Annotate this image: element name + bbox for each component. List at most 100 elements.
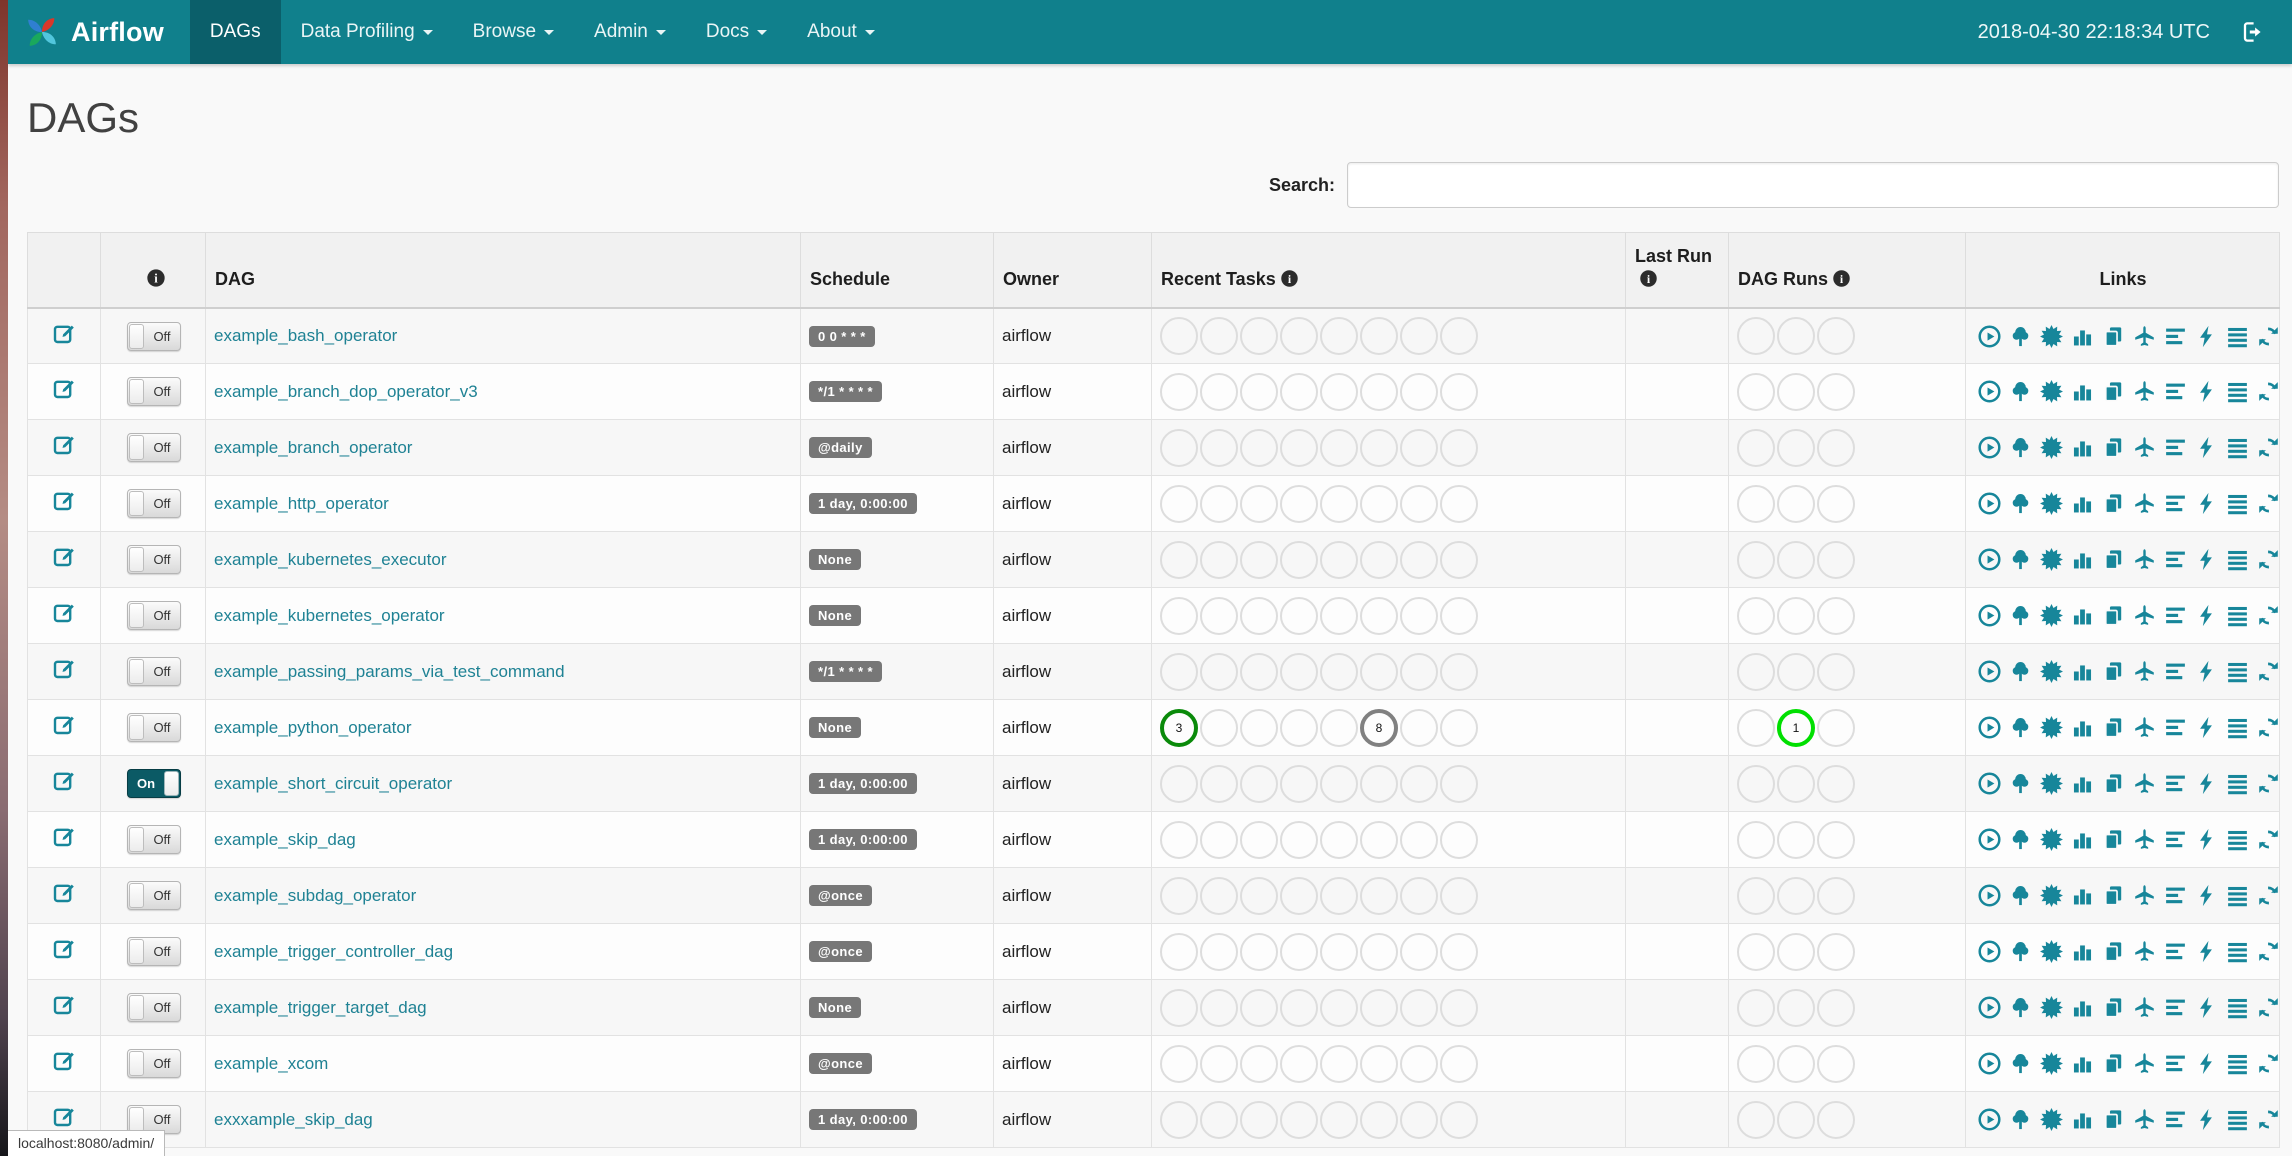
trigger-dag-link[interactable]	[1977, 603, 2002, 628]
task-tries-link[interactable]	[2101, 771, 2126, 796]
dag-link[interactable]: example_branch_operator	[214, 438, 412, 457]
dag-pause-toggle[interactable]: Off	[127, 881, 181, 911]
edit-dag-link[interactable]	[52, 881, 76, 905]
gantt-view-link[interactable]	[2163, 995, 2188, 1020]
code-view-link[interactable]	[2194, 603, 2219, 628]
landing-times-link[interactable]	[2132, 883, 2157, 908]
gantt-view-link[interactable]	[2163, 1107, 2188, 1132]
dag-pause-toggle[interactable]: Off	[127, 377, 181, 407]
logs-link[interactable]	[2225, 715, 2250, 740]
airflow-brand[interactable]: Airflow	[8, 0, 190, 64]
refresh-link[interactable]	[2256, 659, 2280, 684]
graph-view-link[interactable]	[2039, 547, 2064, 572]
task-tries-link[interactable]	[2101, 939, 2126, 964]
graph-view-link[interactable]	[2039, 995, 2064, 1020]
dag-pause-toggle[interactable]: Off	[127, 713, 181, 743]
tree-view-link[interactable]	[2008, 435, 2033, 460]
dag-pause-toggle[interactable]: Off	[127, 1049, 181, 1079]
dag-link[interactable]: example_bash_operator	[214, 326, 397, 345]
task-duration-link[interactable]	[2070, 435, 2095, 460]
refresh-link[interactable]	[2256, 1051, 2280, 1076]
task-tries-link[interactable]	[2101, 435, 2126, 460]
nav-item-docs[interactable]: Docs	[686, 0, 787, 64]
logs-link[interactable]	[2225, 995, 2250, 1020]
task-duration-link[interactable]	[2070, 939, 2095, 964]
code-view-link[interactable]	[2194, 379, 2219, 404]
trigger-dag-link[interactable]	[1977, 883, 2002, 908]
code-view-link[interactable]	[2194, 827, 2219, 852]
dag-pause-toggle[interactable]: Off	[127, 321, 181, 351]
code-view-link[interactable]	[2194, 1107, 2219, 1132]
tree-view-link[interactable]	[2008, 939, 2033, 964]
dag-pause-toggle[interactable]: Off	[127, 937, 181, 967]
landing-times-link[interactable]	[2132, 715, 2157, 740]
dag-link[interactable]: example_kubernetes_operator	[214, 606, 445, 625]
nav-item-browse[interactable]: Browse	[453, 0, 574, 64]
dag-pause-toggle[interactable]: Off	[127, 825, 181, 855]
graph-view-link[interactable]	[2039, 1051, 2064, 1076]
logs-link[interactable]	[2225, 1051, 2250, 1076]
search-input[interactable]	[1347, 162, 2279, 208]
task-tries-link[interactable]	[2101, 715, 2126, 740]
task-tries-link[interactable]	[2101, 603, 2126, 628]
tree-view-link[interactable]	[2008, 379, 2033, 404]
refresh-link[interactable]	[2256, 435, 2280, 460]
graph-view-link[interactable]	[2039, 659, 2064, 684]
logs-link[interactable]	[2225, 939, 2250, 964]
task-tries-link[interactable]	[2101, 883, 2126, 908]
nav-item-about[interactable]: About	[787, 0, 895, 64]
graph-view-link[interactable]	[2039, 603, 2064, 628]
trigger-dag-link[interactable]	[1977, 435, 2002, 460]
task-duration-link[interactable]	[2070, 659, 2095, 684]
logs-link[interactable]	[2225, 379, 2250, 404]
task-tries-link[interactable]	[2101, 547, 2126, 572]
trigger-dag-link[interactable]	[1977, 771, 2002, 796]
gantt-view-link[interactable]	[2163, 603, 2188, 628]
task-duration-link[interactable]	[2070, 883, 2095, 908]
code-view-link[interactable]	[2194, 435, 2219, 460]
trigger-dag-link[interactable]	[1977, 1107, 2002, 1132]
code-view-link[interactable]	[2194, 324, 2219, 349]
trigger-dag-link[interactable]	[1977, 995, 2002, 1020]
dag-pause-toggle[interactable]: Off	[127, 657, 181, 687]
edit-dag-link[interactable]	[52, 1105, 76, 1129]
landing-times-link[interactable]	[2132, 324, 2157, 349]
refresh-link[interactable]	[2256, 379, 2280, 404]
edit-dag-link[interactable]	[52, 937, 76, 961]
dag-link[interactable]: example_branch_dop_operator_v3	[214, 382, 478, 401]
graph-view-link[interactable]	[2039, 379, 2064, 404]
trigger-dag-link[interactable]	[1977, 939, 2002, 964]
trigger-dag-link[interactable]	[1977, 715, 2002, 740]
gantt-view-link[interactable]	[2163, 324, 2188, 349]
logs-link[interactable]	[2225, 547, 2250, 572]
task-duration-link[interactable]	[2070, 379, 2095, 404]
tree-view-link[interactable]	[2008, 1051, 2033, 1076]
recent-task-circle[interactable]: 8	[1360, 708, 1398, 747]
gantt-view-link[interactable]	[2163, 379, 2188, 404]
edit-dag-link[interactable]	[52, 1049, 76, 1073]
graph-view-link[interactable]	[2039, 771, 2064, 796]
tree-view-link[interactable]	[2008, 827, 2033, 852]
refresh-link[interactable]	[2256, 939, 2280, 964]
trigger-dag-link[interactable]	[1977, 491, 2002, 516]
refresh-link[interactable]	[2256, 1107, 2280, 1132]
tree-view-link[interactable]	[2008, 715, 2033, 740]
graph-view-link[interactable]	[2039, 827, 2064, 852]
task-tries-link[interactable]	[2101, 1107, 2126, 1132]
gantt-view-link[interactable]	[2163, 547, 2188, 572]
dag-link[interactable]: example_short_circuit_operator	[214, 774, 452, 793]
nav-item-admin[interactable]: Admin	[574, 0, 686, 64]
logs-link[interactable]	[2225, 1107, 2250, 1132]
gantt-view-link[interactable]	[2163, 435, 2188, 460]
task-duration-link[interactable]	[2070, 1107, 2095, 1132]
graph-view-link[interactable]	[2039, 435, 2064, 460]
dag-pause-toggle[interactable]: Off	[127, 601, 181, 631]
recent-task-circle[interactable]: 3	[1160, 708, 1198, 747]
tree-view-link[interactable]	[2008, 995, 2033, 1020]
task-duration-link[interactable]	[2070, 547, 2095, 572]
task-duration-link[interactable]	[2070, 715, 2095, 740]
landing-times-link[interactable]	[2132, 379, 2157, 404]
task-tries-link[interactable]	[2101, 659, 2126, 684]
logout-button[interactable]	[2240, 20, 2264, 44]
trigger-dag-link[interactable]	[1977, 1051, 2002, 1076]
